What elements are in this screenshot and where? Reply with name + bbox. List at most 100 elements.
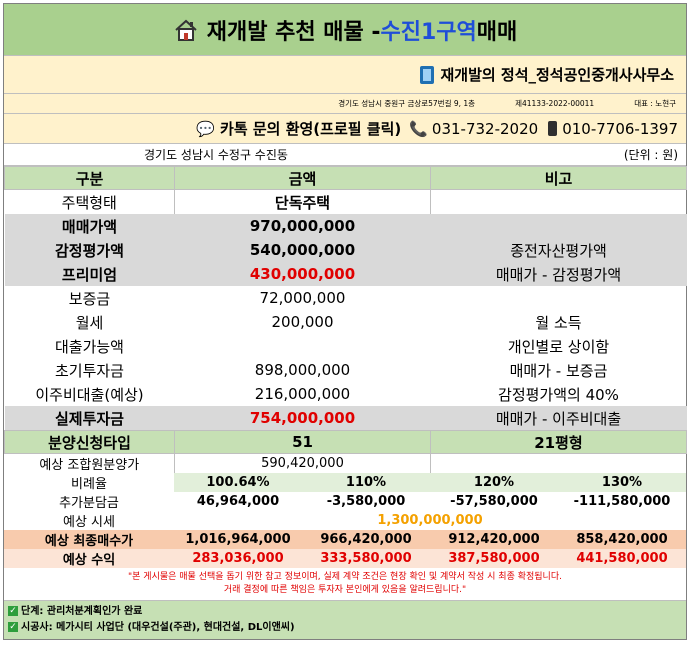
row-value: 72,000,000 [259, 289, 346, 307]
row-label: 예상 조합원분양가 [4, 453, 175, 473]
disclaimer: "본 게시물은 매물 선택을 돕기 위한 참고 정보이며, 실제 계약 조건은 … [4, 568, 686, 601]
row-label: 예상 시세 [63, 515, 115, 530]
disclaimer-line: 거래 결정에 따른 책임은 투자자 본인에게 있음을 알려드립니다." [223, 585, 467, 595]
ratio-value: 120% [430, 473, 558, 492]
ratio-value: 110% [302, 473, 430, 492]
check-icon: ✓ [8, 606, 18, 616]
title-suffix: 매매 [476, 19, 518, 45]
extra-value: 46,964,000 [196, 494, 280, 509]
row-value: 430,000,000 [174, 262, 431, 286]
row-label: 주택형태 [4, 189, 175, 214]
title-prefix: 재개발 추천 매물 - [206, 19, 381, 45]
table-row: 매매가액 970,000,000 [4, 214, 687, 238]
listing-sheet: 재개발 추천 매물 - 수진1구역 매매 재개발의 정석_정석공인중개사사무소 … [3, 3, 687, 640]
contact-row: 💬 카톡 문의 환영(프로필 클릭) 📞 031-732-2020 010-77… [4, 114, 686, 144]
house-icon [175, 19, 197, 41]
total-value: 966,420,000 [302, 530, 430, 549]
header-category: 구분 [4, 166, 175, 190]
type-row: 분양신청타입 51 21평형 [4, 430, 687, 454]
mobile-number[interactable]: 010-7706-1397 [562, 120, 678, 138]
row-value: 540,000,000 [174, 238, 431, 262]
table-row: 대출가능액 개인별로 상이함 [5, 334, 687, 358]
title-highlight: 수진1구역 [380, 19, 477, 45]
table-row: 실제투자금 754,000,000 매매가 - 이주비대출 [4, 406, 687, 431]
location-area: 경기도 성남시 수정구 수진동 [144, 148, 288, 162]
row-value: 590,420,000 [174, 453, 431, 473]
row-label: 보증금 [68, 289, 111, 308]
total-value: 912,420,000 [430, 530, 558, 549]
footer: ✓ 단계: 관리처분계획인가 완료 ✓ 시공사: 메가시티 사업단 (대우건설(주관… [4, 601, 686, 639]
market-value: 1,300,000,000 [377, 513, 483, 528]
profit-row: 예상 수익 283,036,000 333,580,000 387,580,00… [4, 549, 686, 568]
row-note: 감정평가액의 40% [498, 385, 619, 404]
book-icon [420, 65, 435, 84]
office-name-row: 재개발의 정석_정석공인중개사사무소 [4, 56, 686, 94]
total-value: 1,016,964,000 [174, 530, 302, 549]
builder-text: 시공사: 메가시티 사업단 (대우건설(주관), 현대건설, DL이앤씨) [21, 622, 295, 633]
table-row: 예상 조합원분양가 590,420,000 [4, 453, 687, 474]
location-row: 경기도 성남시 수정구 수진동 (단위 : 원) [4, 144, 686, 166]
row-value: 216,000,000 [254, 385, 351, 403]
header-note: 비고 [430, 166, 687, 190]
ratio-value: 100.64% [174, 473, 302, 492]
ratio-value: 130% [558, 473, 686, 492]
row-label: 이주비대출(예상) [35, 385, 144, 404]
row-label: 추가분담금 [59, 496, 119, 511]
address-row: 경기도 성남시 중원구 금상로57번길 9, 1층 제41133-2022-00… [4, 94, 686, 114]
table-row: 이주비대출(예상) 216,000,000 감정평가액의 40% [5, 382, 687, 406]
row-label: 프리미엄 [4, 262, 175, 286]
row-value: 754,000,000 [174, 406, 431, 431]
table-row: 감정평가액 540,000,000 종전자산평가액 [4, 238, 687, 262]
table-header: 구분 금액 비고 [4, 166, 687, 190]
row-note [431, 454, 687, 474]
profit-value: 441,580,000 [558, 549, 686, 568]
row-note: 매매가 - 보증금 [509, 361, 608, 380]
row-note: 21평형 [430, 430, 687, 454]
table-row: 보증금 72,000,000 [5, 286, 687, 310]
row-value: 51 [174, 430, 431, 454]
extra-value: -57,580,000 [450, 494, 538, 509]
extra-cost-row: 추가분담금 46,964,000 -3,580,000 -57,580,000 … [4, 492, 686, 511]
row-label: 분양신청타입 [4, 430, 175, 454]
row-note: 종전자산평가액 [430, 238, 687, 262]
price-table: 구분 금액 비고 주택형태 단독주택 매매가액 970,000,000 감정평가… [4, 166, 687, 473]
mobile-icon [548, 121, 558, 136]
row-note: 매매가 - 감정평가액 [430, 262, 687, 286]
row-label: 초기투자금 [54, 361, 124, 380]
ratio-row: 비례율 100.64% 110% 120% 130% [4, 473, 686, 492]
row-value: 898,000,000 [254, 361, 351, 379]
phone-number[interactable]: 031-732-2020 [432, 120, 538, 138]
scenario-table: 비례율 100.64% 110% 120% 130% 추가분담금 46,964,… [4, 473, 686, 568]
table-row: 프리미엄 430,000,000 매매가 - 감정평가액 [4, 262, 687, 286]
phone-icon: 📞 [409, 119, 428, 138]
page-title: 재개발 추천 매물 - 수진1구역 매매 [4, 4, 686, 56]
check-icon: ✓ [8, 622, 18, 632]
row-value: 200,000 [271, 313, 334, 331]
row-note: 매매가 - 이주비대출 [430, 406, 687, 431]
row-note: 개인별로 상이함 [507, 337, 610, 356]
table-row: 주택형태 단독주택 [4, 189, 687, 215]
row-note: 월 소득 [535, 313, 582, 332]
total-row: 예상 최종매수가 1,016,964,000 966,420,000 912,4… [4, 530, 686, 549]
kakao-link[interactable]: 카톡 문의 환영(프로필 클릭) [220, 118, 401, 139]
row-value [175, 334, 431, 358]
row-label: 대출가능액 [54, 337, 124, 356]
table-row: 월세 200,000 월 소득 [5, 310, 687, 334]
row-label: 감정평가액 [4, 238, 175, 262]
representative: 대표 : 노현구 [634, 99, 676, 108]
table-row: 초기투자금 898,000,000 매매가 - 보증금 [5, 358, 687, 382]
profit-value: 333,580,000 [302, 549, 430, 568]
extra-value: -111,580,000 [573, 494, 671, 509]
row-note [431, 190, 687, 215]
row-label: 비례율 [4, 473, 174, 492]
profit-value: 387,580,000 [430, 549, 558, 568]
footer-builder: ✓ 시공사: 메가시티 사업단 (대우건설(주관), 현대건설, DL이앤씨) [8, 620, 682, 636]
row-value: 970,000,000 [174, 214, 431, 238]
row-label: 월세 [75, 313, 104, 332]
profit-value: 283,036,000 [174, 549, 302, 568]
market-row: 예상 시세 1,300,000,000 [4, 511, 686, 530]
footer-stage: ✓ 단계: 관리처분계획인가 완료 [8, 604, 682, 620]
row-note [430, 214, 687, 238]
stage-text: 단계: 관리처분계획인가 완료 [21, 606, 143, 617]
row-label: 실제투자금 [4, 406, 175, 431]
